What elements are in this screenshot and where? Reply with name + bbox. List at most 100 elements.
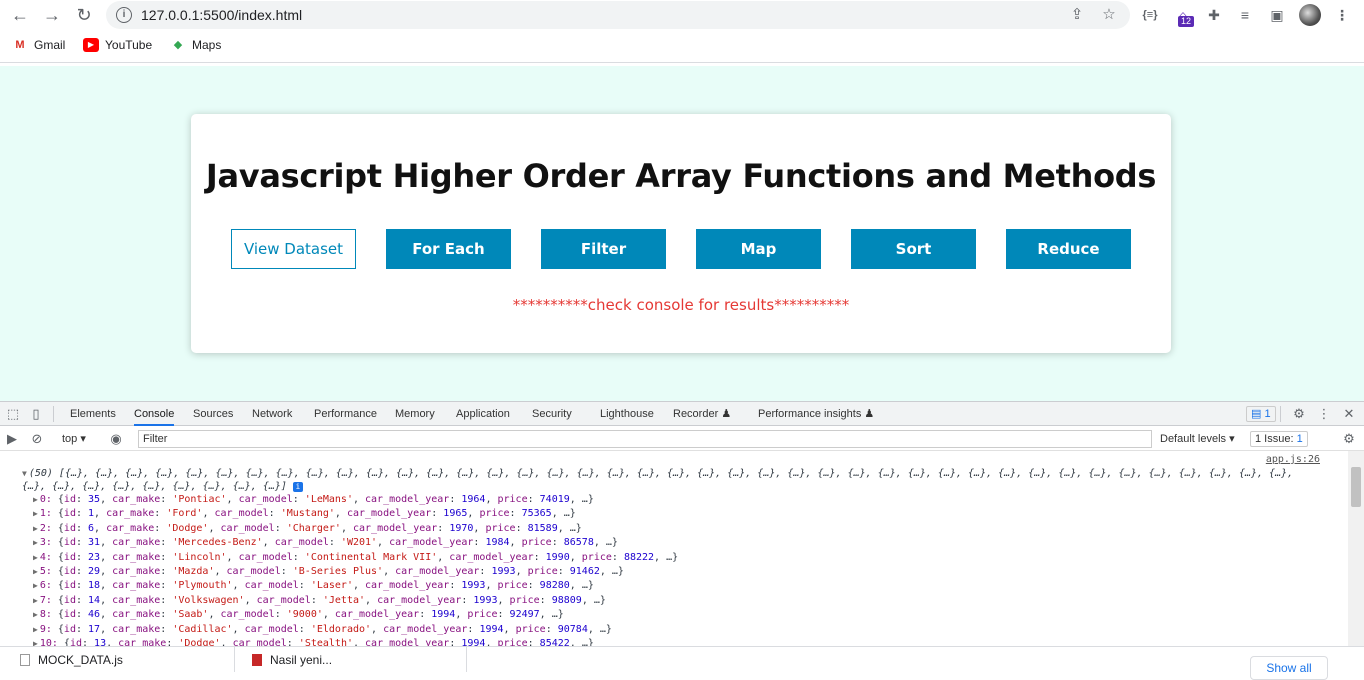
tab-elements[interactable]: Elements	[70, 402, 116, 426]
toolbar-divider	[1280, 406, 1281, 422]
console-object-row[interactable]: ▶ 9: {id: 17, car_make: 'Cadillac', car_m…	[33, 623, 612, 637]
tab-performance-insights[interactable]: Performance insights ♟	[758, 402, 874, 426]
info-badge-icon: i	[292, 482, 303, 492]
file-icon	[20, 654, 30, 666]
site-info-icon[interactable]: i	[116, 7, 132, 23]
console-output: app.js:26 ▼ (50) [{…}, {…}, {…}, {…}, {…}…	[0, 451, 1348, 647]
bookmark-maps[interactable]: ◆ Maps	[170, 38, 222, 52]
forward-icon[interactable]: →	[40, 4, 64, 28]
media-control-icon[interactable]: ≡	[1234, 4, 1256, 26]
json-extension-icon[interactable]: {≡}	[1139, 4, 1161, 26]
tab-label: Recorder	[673, 408, 719, 420]
sort-button[interactable]: Sort	[851, 229, 976, 269]
downloads-bar: MOCK_DATA.js Nasil yeni... Show all	[0, 646, 1364, 680]
file-icon	[252, 654, 262, 666]
bookmark-star-icon[interactable]: ☆	[1100, 6, 1118, 24]
scroll-thumb[interactable]	[1351, 467, 1361, 507]
address-bar[interactable]: i 127.0.0.1:5500/index.html ⇪ ☆	[106, 1, 1130, 29]
array-summary[interactable]: ▼ (50) [{…}, {…}, {…}, {…}, {…}, {…}, {…}…	[22, 467, 1322, 493]
for-each-button[interactable]: For Each	[386, 229, 511, 269]
eye-icon[interactable]: ◉	[107, 430, 125, 448]
map-button[interactable]: Map	[696, 229, 821, 269]
device-toolbar-icon[interactable]: ▯	[27, 405, 45, 423]
clear-console-icon[interactable]: ⊘	[28, 430, 46, 448]
download-filename: Nasil yeni...	[270, 653, 333, 667]
messages-count-chip[interactable]: ▤ 1	[1246, 406, 1276, 422]
page-title: Javascript Higher Order Array Functions …	[205, 157, 1157, 195]
console-scrollbar[interactable]	[1348, 451, 1364, 647]
message-icon: ▤	[1251, 408, 1262, 420]
filter-button[interactable]: Filter	[541, 229, 666, 269]
toolbar-divider	[53, 406, 54, 422]
tab-lighthouse[interactable]: Lighthouse	[600, 402, 654, 426]
back-icon[interactable]: ←	[8, 4, 32, 28]
console-object-row[interactable]: ▶ 0: {id: 35, car_make: 'Pontiac', car_mo…	[33, 493, 594, 507]
console-object-row[interactable]: ▶ 1: {id: 1, car_make: 'Ford', car_model:…	[33, 507, 576, 521]
bookmarks-bar: M Gmail ▶ YouTube ◆ Maps	[0, 33, 1364, 63]
page-viewport: Javascript Higher Order Array Functions …	[0, 66, 1364, 401]
download-item[interactable]: MOCK_DATA.js	[20, 653, 123, 667]
main-card: Javascript Higher Order Array Functions …	[191, 114, 1171, 353]
close-devtools-icon[interactable]: ✕	[1340, 405, 1358, 423]
tab-console[interactable]: Console	[134, 402, 175, 426]
bookmark-label: YouTube	[105, 38, 153, 52]
console-filter-bar: ▶ ⊘ top ▾ ◉ Filter Default levels ▾ 1 Is…	[0, 427, 1364, 451]
reload-icon[interactable]: ↻	[72, 4, 96, 28]
tab-memory[interactable]: Memory	[395, 402, 435, 426]
devtools-panel: ⬚ ▯ Elements Console Sources Network Per…	[0, 401, 1364, 647]
more-options-icon[interactable]: ⋮	[1315, 405, 1333, 423]
array-summary-text: (50) [{…}, {…}, {…}, {…}, {…}, {…}, {…},…	[22, 468, 1294, 492]
bookmark-youtube[interactable]: ▶ YouTube	[83, 38, 152, 52]
show-all-button[interactable]: Show all	[1250, 656, 1328, 680]
bookmark-gmail[interactable]: M Gmail	[12, 38, 65, 52]
console-settings-icon[interactable]: ⚙	[1340, 430, 1358, 448]
address-url[interactable]: 127.0.0.1:5500/index.html	[141, 7, 302, 23]
filter-input[interactable]: Filter	[138, 430, 1152, 448]
console-object-row[interactable]: ▶ 8: {id: 46, car_make: 'Saab', car_model…	[33, 608, 564, 622]
view-dataset-button[interactable]: View Dataset	[231, 229, 356, 269]
console-object-row[interactable]: ▶ 2: {id: 6, car_make: 'Dodge', car_model…	[33, 522, 582, 536]
issues-chip[interactable]: 1 Issue: 1	[1250, 431, 1308, 447]
expand-arrow-icon: ▼	[22, 469, 27, 478]
tab-performance[interactable]: Performance	[314, 402, 377, 426]
bookmark-label: Maps	[192, 38, 222, 52]
reduce-button[interactable]: Reduce	[1006, 229, 1131, 269]
tab-sources[interactable]: Sources	[193, 402, 233, 426]
source-link[interactable]: app.js:26	[1266, 454, 1320, 465]
tab-security[interactable]: Security	[532, 402, 572, 426]
downloads-divider	[234, 647, 235, 672]
download-filename: MOCK_DATA.js	[38, 653, 123, 667]
menu-kebab-icon[interactable]: ⋮	[1331, 4, 1353, 26]
browser-toolbar: ← → ↻ i 127.0.0.1:5500/index.html ⇪ ☆ {≡…	[0, 0, 1364, 31]
download-item[interactable]: Nasil yeni...	[252, 653, 332, 667]
console-notice: **********check console for results*****…	[512, 296, 850, 314]
tab-network[interactable]: Network	[252, 402, 292, 426]
tab-recorder[interactable]: Recorder ♟	[673, 402, 731, 426]
bookmark-label: Gmail	[34, 38, 66, 52]
extension-badge: 12	[1178, 16, 1195, 27]
puzzle-extensions-icon[interactable]: ✚	[1203, 4, 1225, 26]
log-levels-select[interactable]: Default levels ▾	[1160, 430, 1235, 448]
context-value: top	[62, 433, 78, 445]
console-object-row[interactable]: ▶ 6: {id: 18, car_make: 'Plymouth', car_m…	[33, 579, 594, 593]
side-panel-icon[interactable]: ▣	[1266, 4, 1288, 26]
settings-gear-icon[interactable]: ⚙	[1290, 405, 1308, 423]
gmail-icon: M	[15, 39, 25, 51]
tab-application[interactable]: Application	[456, 402, 510, 426]
flask-icon: ♟	[864, 408, 875, 420]
log-levels-value: Default levels	[1160, 433, 1227, 445]
share-icon[interactable]: ⇪	[1068, 6, 1086, 24]
context-select[interactable]: top ▾	[62, 430, 86, 448]
sidebar-toggle-icon[interactable]: ▶	[3, 430, 21, 448]
profile-avatar[interactable]	[1299, 4, 1321, 26]
messages-count: 1	[1264, 408, 1271, 420]
issues-label: 1 Issue:	[1255, 433, 1294, 445]
inspect-element-icon[interactable]: ⬚	[4, 405, 22, 423]
console-object-row[interactable]: ▶ 3: {id: 31, car_make: 'Mercedes-Benz', …	[33, 536, 618, 550]
flask-icon: ♟	[721, 408, 732, 420]
console-object-row[interactable]: ▶ 4: {id: 23, car_make: 'Lincoln', car_mo…	[33, 551, 678, 565]
console-object-row[interactable]: ▶ 5: {id: 29, car_make: 'Mazda', car_mode…	[33, 565, 624, 579]
console-object-row[interactable]: ▶ 7: {id: 14, car_make: 'Volkswagen', car…	[33, 594, 606, 608]
tab-label: Performance insights	[758, 408, 862, 420]
downloads-divider	[466, 647, 467, 672]
